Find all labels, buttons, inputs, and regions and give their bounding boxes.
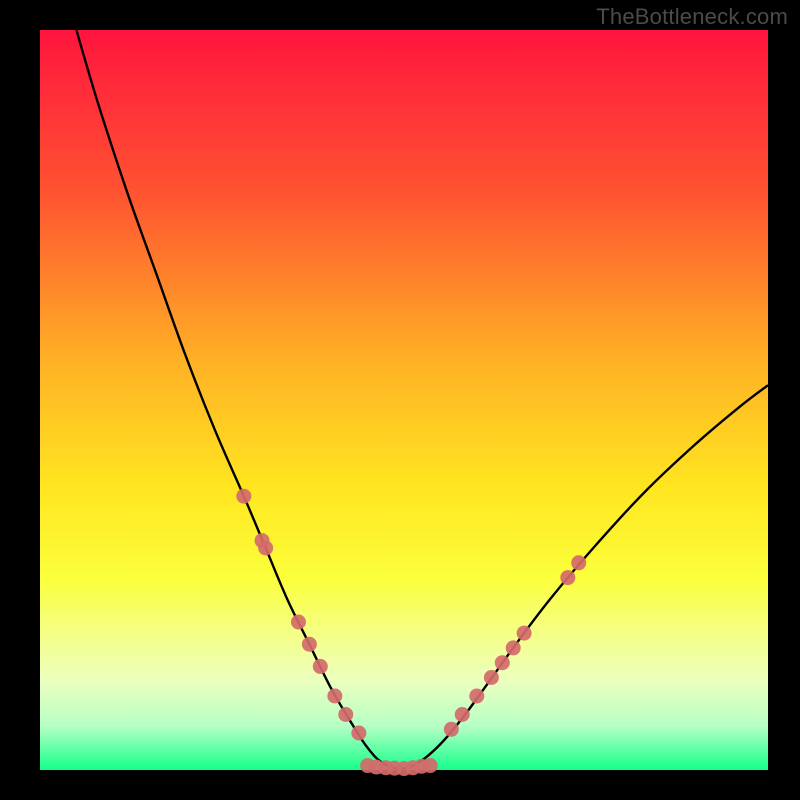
highlight-dot	[506, 640, 521, 655]
highlight-dot	[571, 555, 586, 570]
highlight-dot	[302, 637, 317, 652]
plot-background	[40, 30, 768, 770]
chart-frame: TheBottleneck.com	[0, 0, 800, 800]
highlight-dot	[327, 689, 342, 704]
highlight-dot	[444, 722, 459, 737]
highlight-dot	[351, 726, 366, 741]
highlight-dot	[338, 707, 353, 722]
highlight-dot	[484, 670, 499, 685]
highlight-dot	[236, 489, 251, 504]
highlight-dot	[313, 659, 328, 674]
highlight-dot	[469, 689, 484, 704]
highlight-dot	[291, 615, 306, 630]
highlight-dot	[495, 655, 510, 670]
highlight-dot	[258, 541, 273, 556]
highlight-dot	[560, 570, 575, 585]
bottleneck-chart	[0, 0, 800, 800]
highlight-dot	[455, 707, 470, 722]
highlight-dot	[423, 758, 438, 773]
watermark-text: TheBottleneck.com	[596, 4, 788, 30]
highlight-dot	[517, 626, 532, 641]
